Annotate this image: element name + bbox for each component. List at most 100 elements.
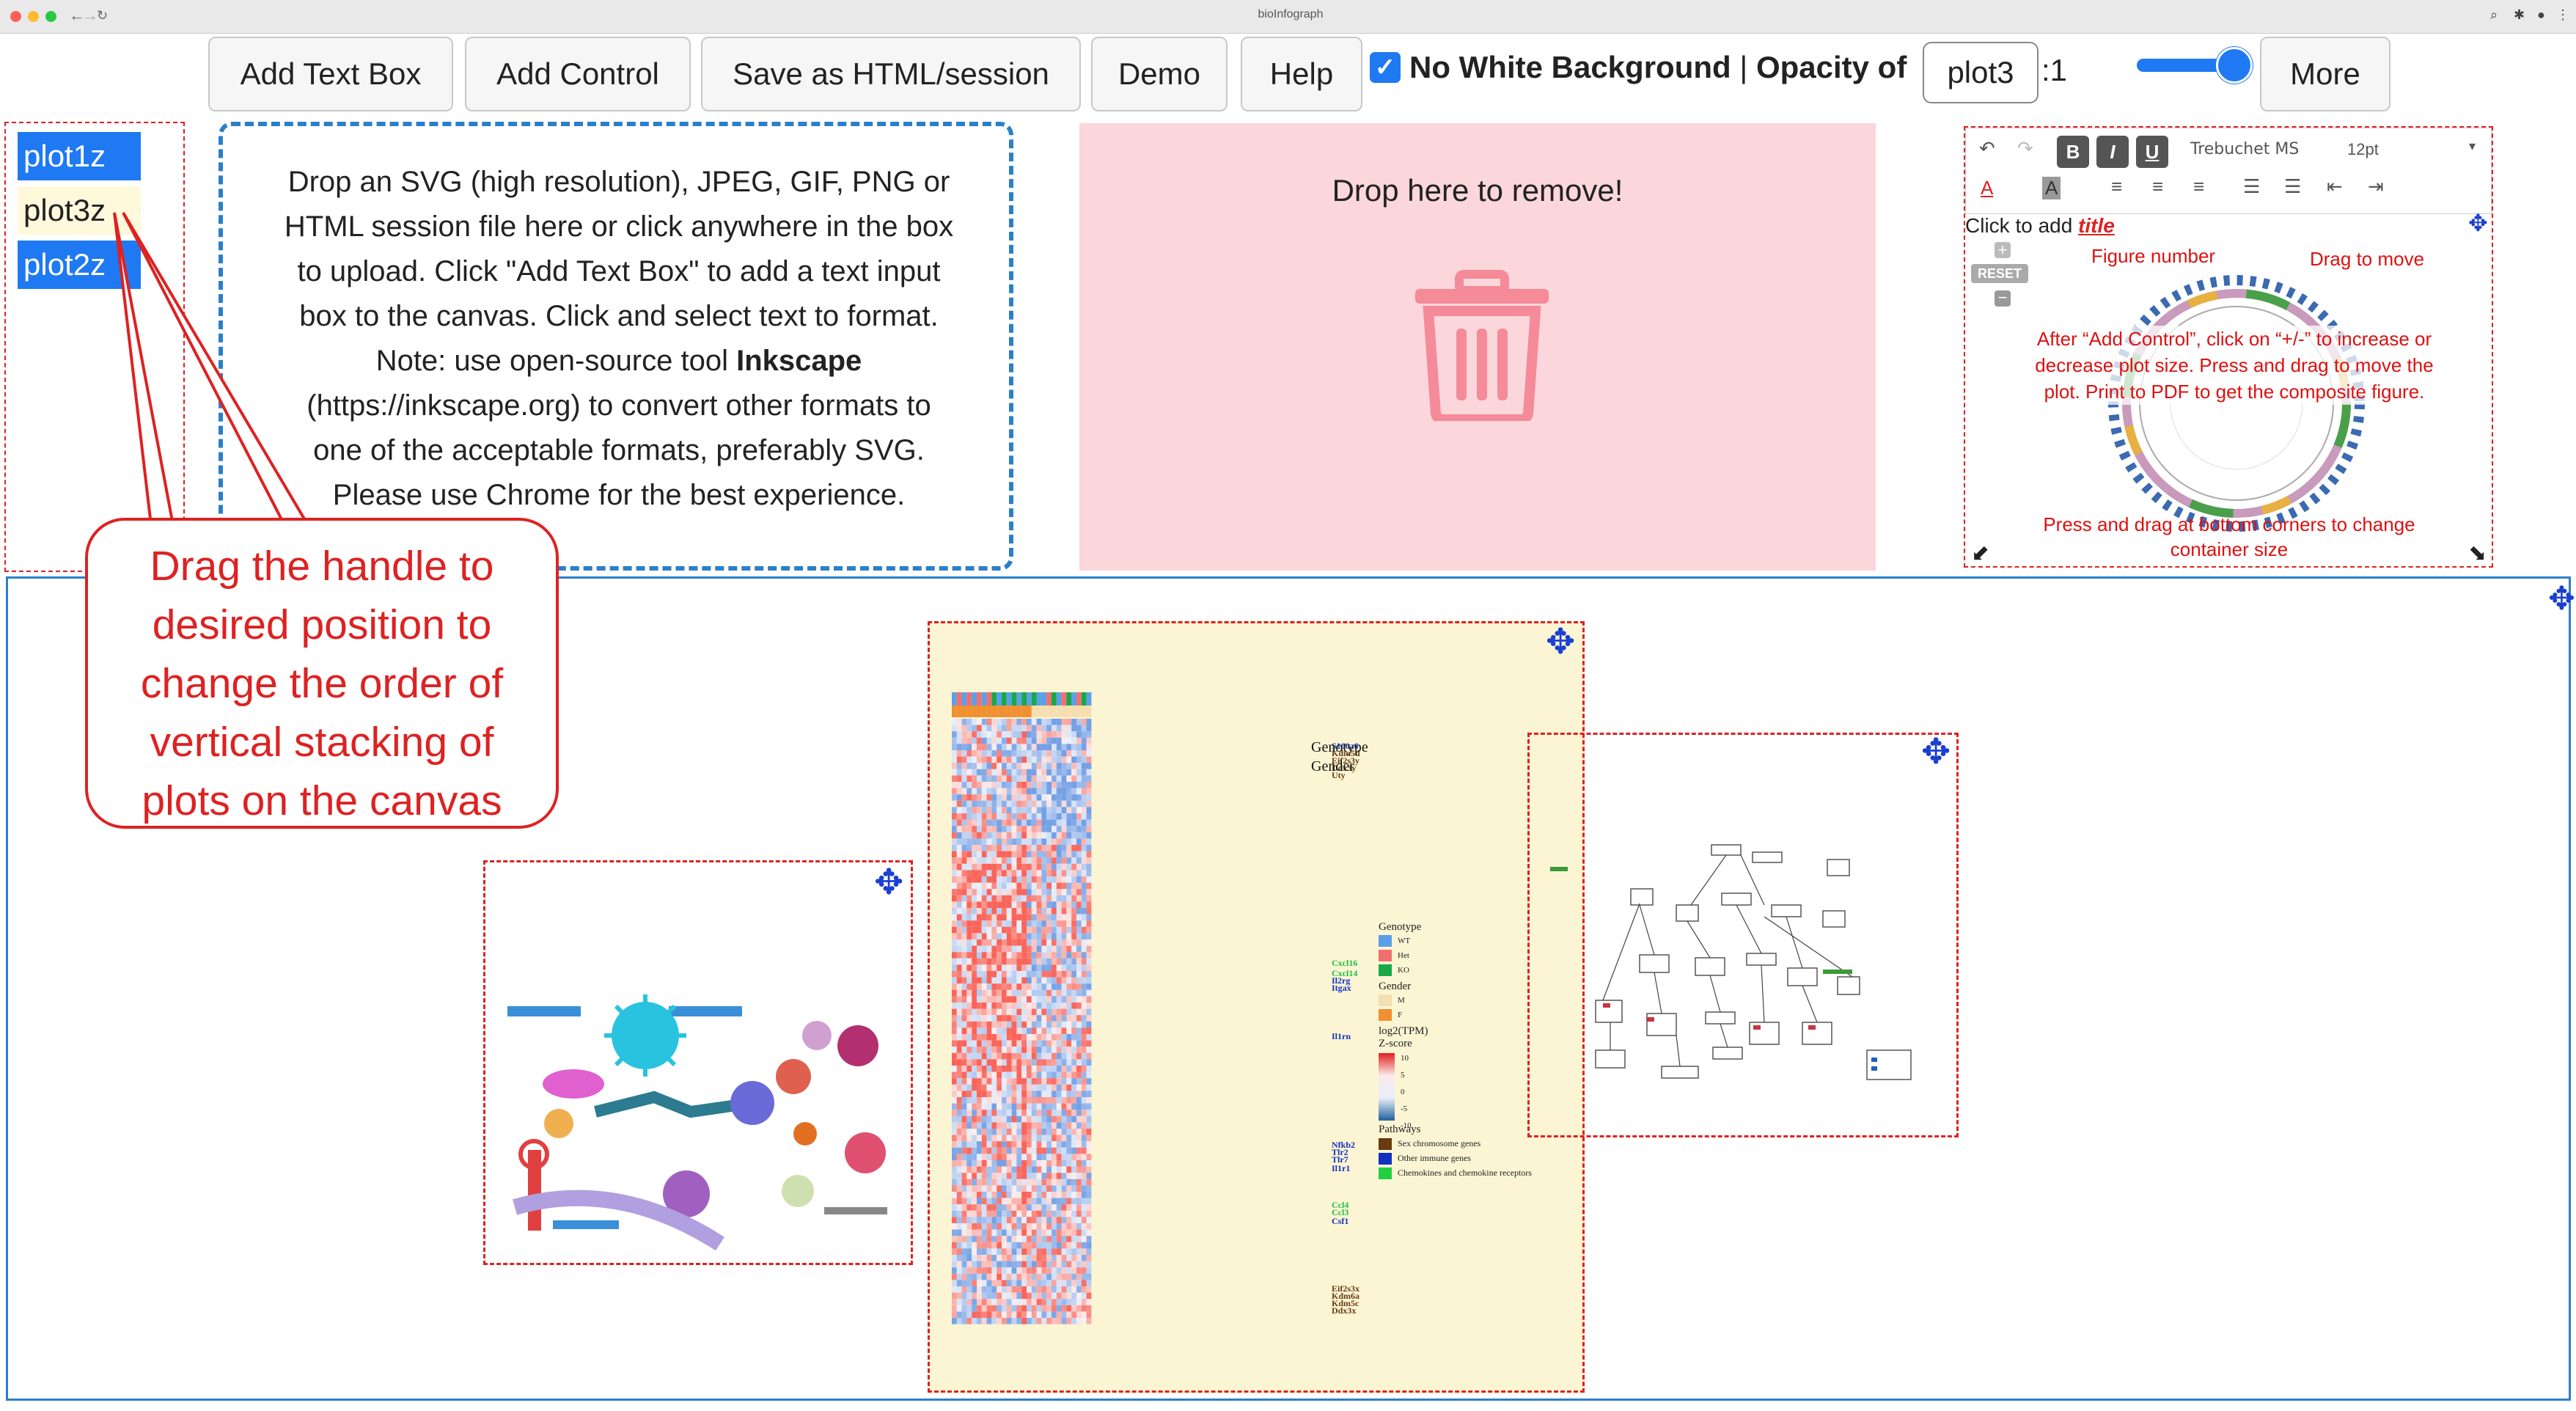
heatmap-cell: [981, 1179, 987, 1186]
heatmap-cell: [1046, 971, 1052, 978]
heatmap-cell: [1011, 977, 1017, 984]
align-left-icon[interactable]: ≡: [2111, 175, 2122, 198]
indent-icon[interactable]: ⇥: [2368, 175, 2384, 198]
remove-drop-zone[interactable]: Drop here to remove!: [1079, 123, 1876, 571]
heatmap-cell: [986, 1261, 992, 1268]
italic-icon[interactable]: I: [2096, 136, 2129, 168]
save-html-session-button[interactable]: Save as HTML/session: [701, 37, 1081, 111]
heatmap-cell: [1021, 1273, 1027, 1280]
heatmap-cell: [956, 933, 962, 939]
heatmap-cell: [972, 731, 977, 738]
move-handle-icon[interactable]: ✥: [2468, 211, 2488, 235]
demo-button[interactable]: Demo: [1091, 37, 1228, 111]
no-white-background-text: No White Background: [1409, 50, 1731, 84]
heatmap-cell: [1016, 1071, 1022, 1079]
align-center-icon[interactable]: ≡: [2152, 175, 2163, 198]
extensions-icon[interactable]: ✱: [2514, 7, 2525, 23]
heatmap-cell: [1006, 769, 1012, 776]
heatmap-cell: [1011, 1166, 1017, 1173]
heatmap-cell: [1076, 756, 1082, 763]
heatmap-cell: [991, 1115, 997, 1123]
heatmap-cell: [966, 832, 972, 839]
heatmap-cell: [966, 826, 972, 832]
heatmap-cell: [1021, 933, 1027, 939]
heatmap-cell: [1011, 1052, 1017, 1060]
unordered-list-icon[interactable]: ☰: [2284, 175, 2301, 198]
plot-box-pathway[interactable]: ✥: [1527, 733, 1959, 1137]
heatmap-cell: [972, 882, 977, 890]
heatmap-cell: [956, 1267, 962, 1274]
heatmap-cell: [1021, 870, 1027, 876]
heatmap-cell: [977, 800, 982, 807]
heatmap-cell: [972, 794, 977, 801]
heatmap-cell: [1056, 1223, 1062, 1230]
reset-button[interactable]: RESET: [1971, 264, 2028, 283]
heatmap-cell: [1071, 813, 1076, 820]
instruction-line: Press and drag at bottom corners to chan…: [2043, 513, 2415, 535]
heatmap-cell: [1081, 1311, 1087, 1318]
font-select[interactable]: Trebuchet MS: [2190, 140, 2299, 158]
help-button[interactable]: Help: [1241, 37, 1362, 111]
heatmap-cell: [1011, 895, 1017, 902]
heatmap-cell: [1027, 813, 1032, 820]
heatmap-cell: [1046, 926, 1052, 934]
resize-corner-left-icon[interactable]: ⬋: [1971, 543, 1989, 565]
heatmap-cell: [997, 1097, 1002, 1104]
heatmap-cell: [1052, 1198, 1057, 1205]
bold-icon[interactable]: B: [2057, 136, 2089, 168]
underline-icon[interactable]: U: [2136, 136, 2168, 168]
heatmap-cell: [1021, 989, 1027, 997]
heatmap-cell: [977, 1185, 982, 1192]
profile-icon[interactable]: ●: [2537, 7, 2545, 23]
plot-box-infographic[interactable]: ✥: [483, 860, 913, 1265]
chevron-down-icon[interactable]: ▾: [2469, 139, 2476, 154]
no-white-background-checkbox[interactable]: ✓: [1370, 52, 1401, 83]
font-size-select[interactable]: 12pt: [2347, 140, 2379, 159]
heatmap-cell: [977, 725, 982, 732]
legend-label: Other immune genes: [1398, 1153, 1471, 1163]
heatmap-cell: [1011, 1173, 1017, 1179]
heatmap-cell: [1036, 989, 1042, 997]
heatmap-cell: [1081, 1242, 1087, 1249]
plot-box-heatmap[interactable]: ✥ S100a6 Kdm5d Eif2s3y Ddx3y Uty Cxcl16 Cxcl14…: [928, 621, 1585, 1393]
outdent-icon[interactable]: ⇤: [2327, 175, 2343, 198]
highlight-color-icon[interactable]: A: [2042, 177, 2061, 199]
heatmap-cell: [977, 895, 982, 902]
undo-icon[interactable]: ↶: [1979, 137, 1995, 160]
heatmap-cell: [1086, 933, 1092, 939]
title-placeholder[interactable]: Click to add title: [1965, 214, 2115, 238]
minus-icon[interactable]: −: [1995, 290, 2011, 307]
more-button[interactable]: More: [2260, 37, 2390, 111]
menu-icon[interactable]: ⋮: [2556, 7, 2569, 23]
opacity-slider-handle[interactable]: [2216, 47, 2253, 84]
heatmap-cell: [1036, 1129, 1042, 1135]
heatmap-cell: [1002, 889, 1007, 895]
plus-icon[interactable]: +: [1995, 242, 2011, 258]
heatmap-cell: [1066, 744, 1072, 750]
heatmap-cell: [972, 939, 977, 946]
heatmap-cell: [981, 983, 987, 990]
heatmap-cell: [1056, 1015, 1062, 1022]
heatmap-cell: [1031, 1071, 1037, 1079]
heatmap-cell: [1031, 996, 1037, 1003]
redo-icon[interactable]: ↷: [2017, 137, 2033, 160]
zoom-icon[interactable]: ⌕: [2490, 7, 2498, 23]
heatmap-cell: [966, 845, 972, 851]
opacity-plot-input[interactable]: plot3: [1923, 42, 2039, 103]
heatmap-cell: [1066, 1147, 1072, 1154]
heatmap-cell: [1086, 920, 1092, 927]
gender-cell: [1036, 706, 1042, 717]
heatmap-cell: [1031, 1198, 1037, 1205]
heatmap-cell: [977, 945, 982, 953]
heatmap-cell: [986, 807, 992, 813]
heatmap-cell: [1036, 1192, 1042, 1198]
resize-corner-right-icon[interactable]: ⬊: [2468, 543, 2487, 565]
heatmap-cell: [1081, 1129, 1087, 1135]
heatmap-cell: [1011, 794, 1017, 801]
heatmap-cell: [1036, 1242, 1042, 1249]
canvas-move-handle-icon[interactable]: ✥: [2548, 583, 2575, 615]
heatmap-cell: [1011, 1021, 1017, 1028]
font-color-icon[interactable]: A: [1981, 177, 1993, 199]
align-right-icon[interactable]: ≡: [2193, 175, 2204, 198]
ordered-list-icon[interactable]: ☰: [2243, 175, 2260, 198]
